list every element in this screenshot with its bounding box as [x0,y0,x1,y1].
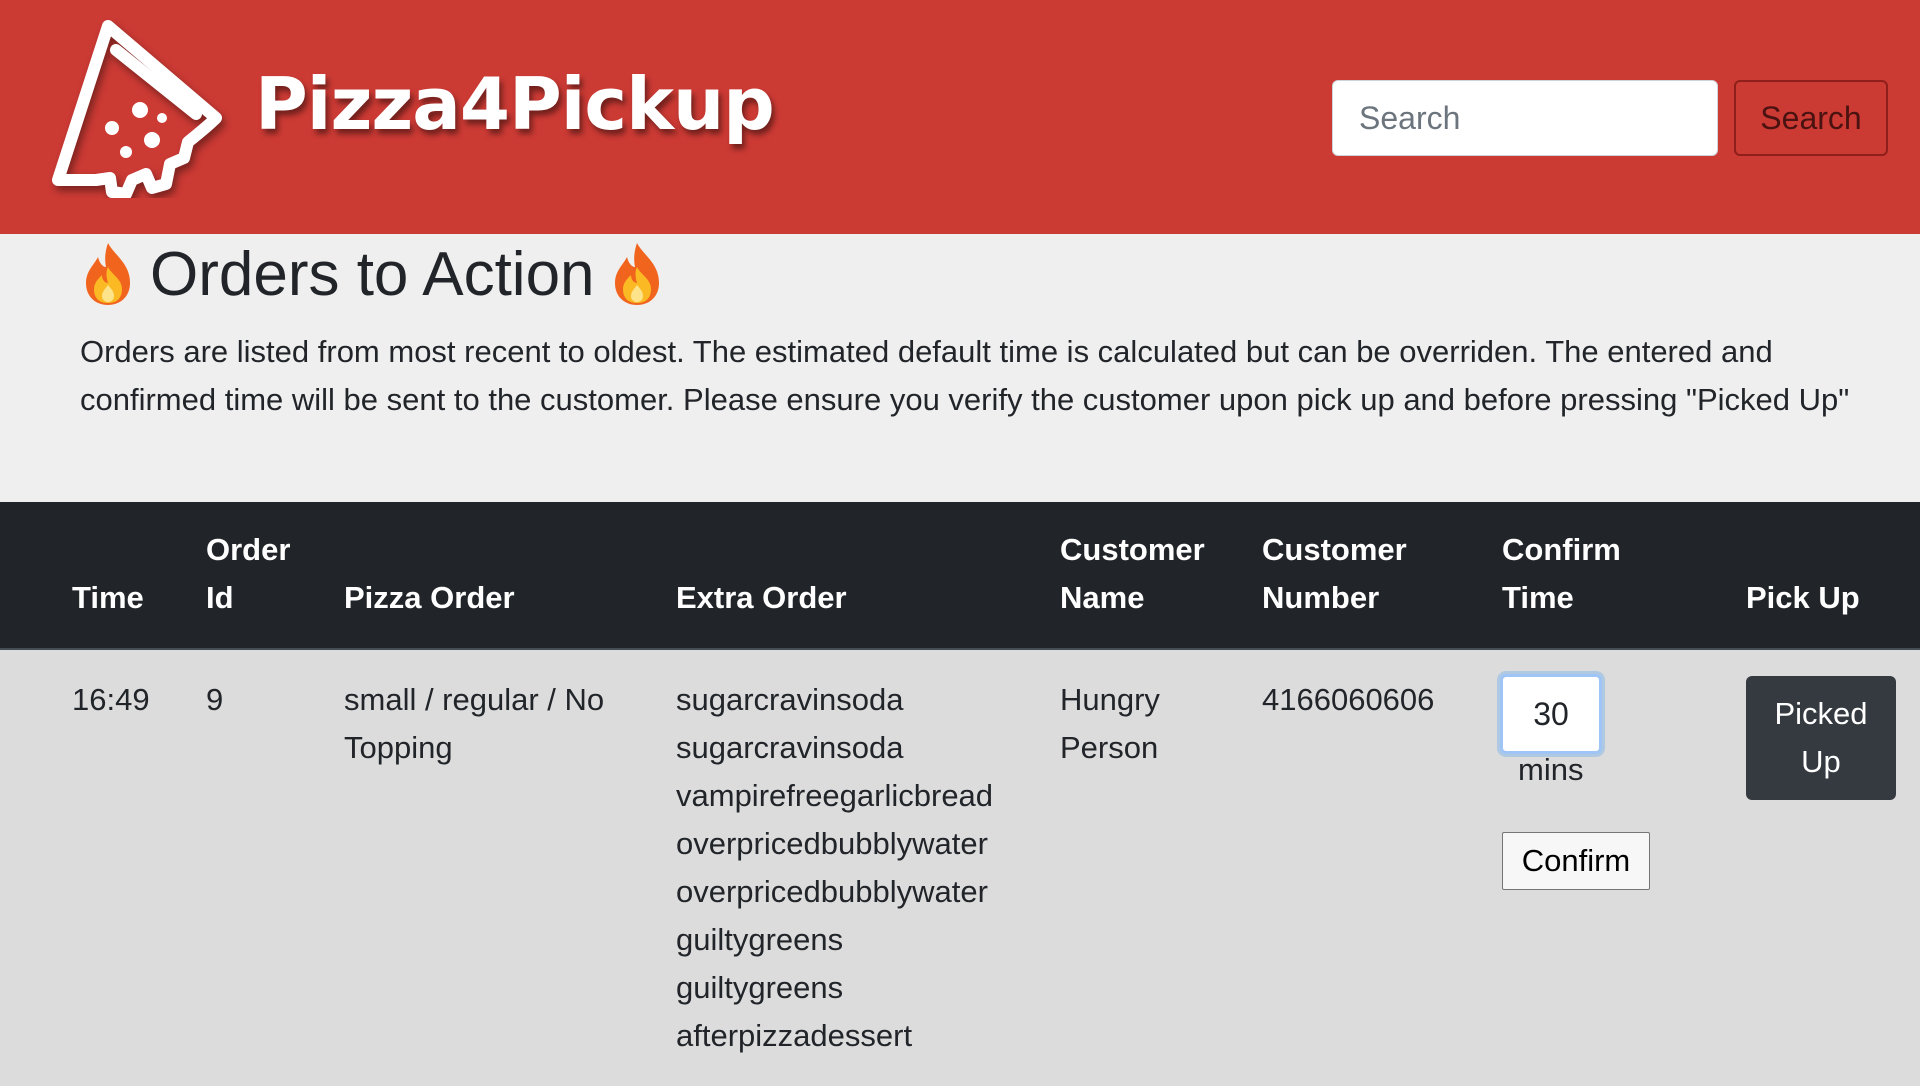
column-header-pick-up: Pick Up [1746,580,1860,615]
search-button[interactable]: Search [1734,80,1888,156]
column-header-pizza-order: Pizza Order [344,580,515,615]
customer-number: 4166060606 [1262,682,1435,717]
confirm-time-input[interactable] [1500,674,1602,754]
extra-order-item: sugarcravinsoda [676,682,904,717]
extra-order-item: overpricedbubblywater [676,826,988,861]
extra-order-item: overpricedbubblywater [676,874,988,909]
pizza-order: small / regular / No Topping [344,682,605,765]
column-header-customer-name: Customer Name [1060,532,1205,615]
picked-up-button[interactable]: Picked Up [1746,676,1896,800]
extra-order-list: sugarcravinsoda sugarcravinsoda vampiref… [676,676,1036,1060]
orders-table-header: Time Order Id Pizza Order Extra Order Cu… [0,502,1920,650]
column-header-customer-number: Customer Number [1262,532,1407,615]
order-id: 9 [206,682,224,717]
order-time: 16:49 [72,682,150,717]
confirm-button[interactable]: Confirm [1502,832,1650,890]
mins-label: mins [1518,752,1584,787]
customer-name: Hungry Person [1060,682,1160,765]
intro-text: Orders are listed from most recent to ol… [80,334,1850,417]
column-header-time: Time [72,580,144,615]
page-title: Orders to Action [80,234,665,314]
column-header-confirm-time: Confirm Time [1502,532,1621,615]
fire-icon [614,243,659,305]
extra-order-item: guiltygreens [676,970,844,1005]
extra-order-item: vampirefreegarlicbread [676,778,994,813]
column-header-order-id: Order Id [206,532,291,615]
page-title-text: Orders to Action [150,239,595,309]
search-input[interactable] [1332,80,1718,156]
navbar: Pizza4Pickup Search [0,0,1920,234]
fire-icon [86,243,130,305]
brand-name[interactable]: Pizza4Pickup [255,62,775,146]
extra-order-item: sugarcravinsoda [676,730,904,765]
extra-order-item: afterpizzadessert [676,1018,913,1053]
pizza-slice-icon[interactable] [48,18,232,198]
column-header-extra-order: Extra Order [676,580,847,615]
extra-order-item: guiltygreens [676,922,844,957]
